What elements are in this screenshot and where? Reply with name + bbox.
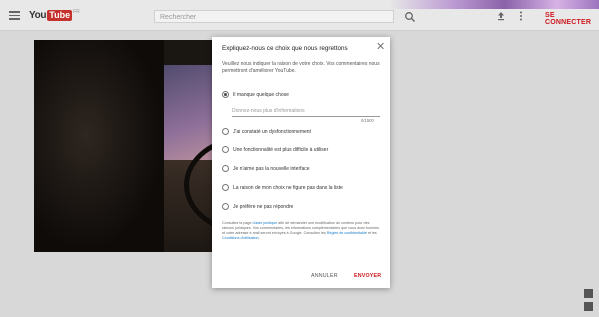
sign-in-button[interactable]: SE CONNECTER (545, 12, 599, 26)
more-vert-icon[interactable] (519, 11, 523, 21)
legal-text: . (258, 236, 260, 240)
radio-button[interactable] (222, 146, 229, 153)
menu-icon[interactable] (9, 11, 20, 20)
option-missing-something[interactable]: Il manque quelque chose (222, 91, 289, 98)
youtube-logo[interactable]: You Tube FR (29, 9, 80, 21)
feedback-icon[interactable] (584, 289, 593, 298)
option-label: J'ai constaté un dysfonctionnement (233, 128, 311, 135)
legal-text: et les (366, 231, 377, 235)
close-icon[interactable]: ✕ (376, 40, 385, 53)
logo-text-you: You (29, 9, 47, 21)
legal-help-link[interactable]: d'aide juridique (253, 221, 278, 225)
masthead-banner-image (389, 0, 599, 9)
search-icon[interactable] (404, 11, 416, 23)
radio-button[interactable] (222, 165, 229, 172)
legal-text: Consultez la page (222, 221, 253, 225)
masthead: You Tube FR Rechercher SE CONNECTER (0, 0, 599, 31)
cancel-button[interactable]: ANNULER (311, 273, 338, 279)
option-reason-not-listed[interactable]: La raison de mon choix ne figure pas dan… (222, 184, 343, 191)
option-label: Je n'aime pas la nouvelle interface (233, 165, 310, 172)
dialog-description: Veuillez nous indiquer la raison de votr… (222, 61, 380, 74)
logo-country-code: FR (73, 9, 80, 15)
search-input[interactable]: Rechercher (154, 10, 394, 23)
upload-icon[interactable] (496, 11, 506, 21)
help-icon[interactable] (584, 302, 593, 311)
option-malfunction[interactable]: J'ai constaté un dysfonctionnement (222, 128, 311, 135)
logo-text-tube: Tube (47, 9, 73, 21)
video-person-silhouette (34, 40, 164, 252)
option-prefer-not-answer[interactable]: Je préfère ne pas répondre (222, 203, 293, 210)
option-dislike-interface[interactable]: Je n'aime pas la nouvelle interface (222, 165, 310, 172)
privacy-policy-link[interactable]: Règles de confidentialité (327, 231, 367, 235)
option-harder-to-use[interactable]: Une fonctionnalité est plus difficile à … (222, 146, 328, 153)
option-label: Une fonctionnalité est plus difficile à … (233, 146, 329, 153)
radio-button[interactable] (222, 203, 229, 210)
side-feedback-icons (584, 285, 593, 311)
char-counter: 0/1500 (361, 118, 374, 123)
send-button[interactable]: ENVOYER (354, 273, 381, 279)
radio-button[interactable] (222, 184, 229, 191)
terms-of-service-link[interactable]: Conditions d'utilisation (222, 236, 259, 240)
dialog-title: Expliquez-nous ce choix que nous regrett… (222, 45, 348, 52)
radio-button[interactable] (222, 128, 229, 135)
more-info-input[interactable]: Donnez-nous plus d'informations (232, 106, 380, 117)
radio-selected[interactable] (222, 91, 229, 98)
legal-notice: Consultez la page d'aide juridique afin … (222, 221, 382, 241)
feedback-dialog: ✕ Expliquez-nous ce choix que nous regre… (212, 37, 390, 288)
option-label: La raison de mon choix ne figure pas dan… (233, 184, 343, 191)
option-label: Il manque quelque chose (233, 91, 289, 98)
option-label: Je préfère ne pas répondre (233, 203, 294, 210)
